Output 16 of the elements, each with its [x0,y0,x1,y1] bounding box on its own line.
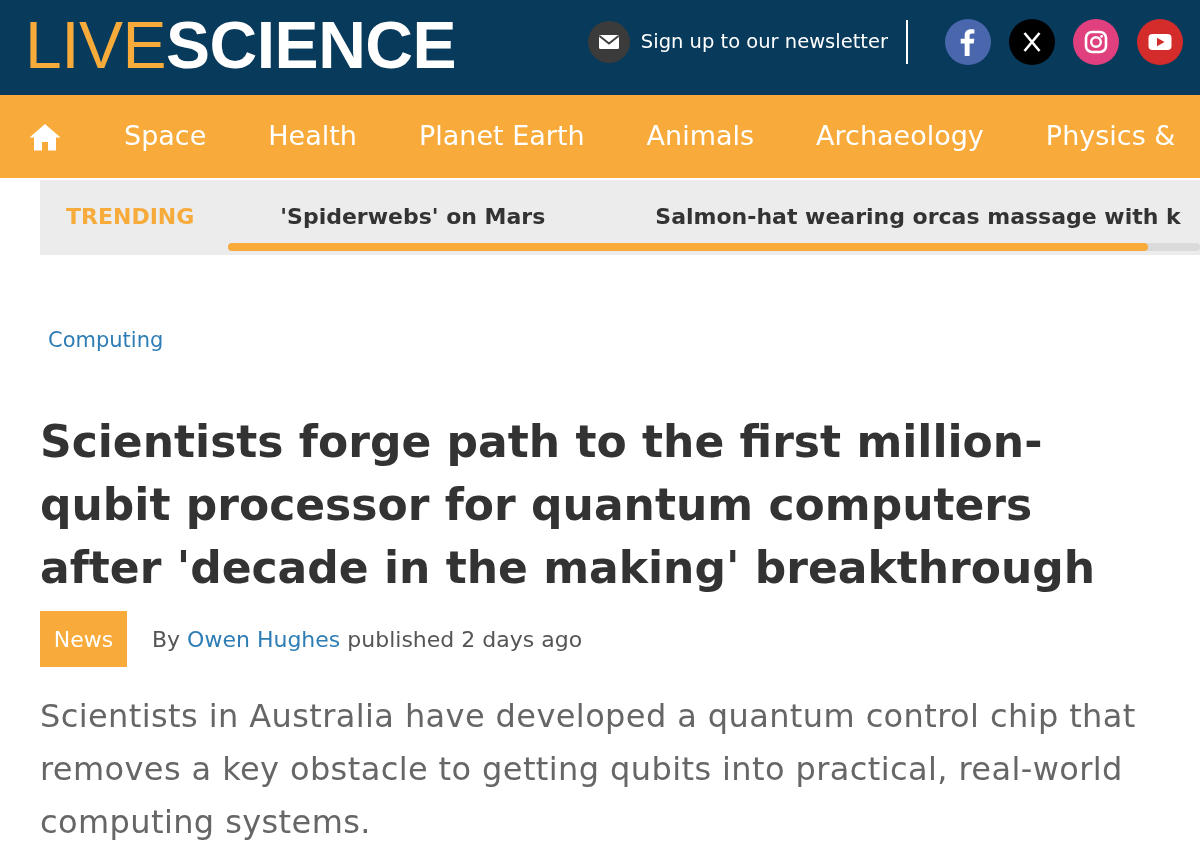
article-title: Scientists forge path to the first million-qubit processor for quantum computers after 'decade in the making' breakthrough [40,415,1097,595]
trending-link[interactable]: Salmon-hat wearing orcas massage with k [655,203,1181,229]
article-summary: Scientists in Australia have developed a quantum control chip that removes a key obstacle to getting qubits into practical, real-world computing systems. [40,696,1137,843]
byline: By Owen Hughes published 2 days ago [152,626,583,652]
trending-label: TRENDING [66,203,195,229]
newsletter-link[interactable]: Sign up to our newsletter [640,30,888,53]
youtube-icon[interactable] [1137,18,1183,65]
trending-link[interactable]: 'Spiderwebs' on Mars [280,203,546,229]
facebook-icon[interactable] [945,18,991,65]
x-logo-icon[interactable] [1009,18,1055,65]
author-link[interactable]: Owen Hughes [187,626,341,652]
news-tag: News [40,611,127,667]
instagram-icon[interactable] [1073,18,1119,65]
category-link[interactable]: Computing [48,325,164,355]
mail-icon[interactable] [587,20,630,63]
site-logo[interactable]: LIVESCIENCE [25,11,456,78]
